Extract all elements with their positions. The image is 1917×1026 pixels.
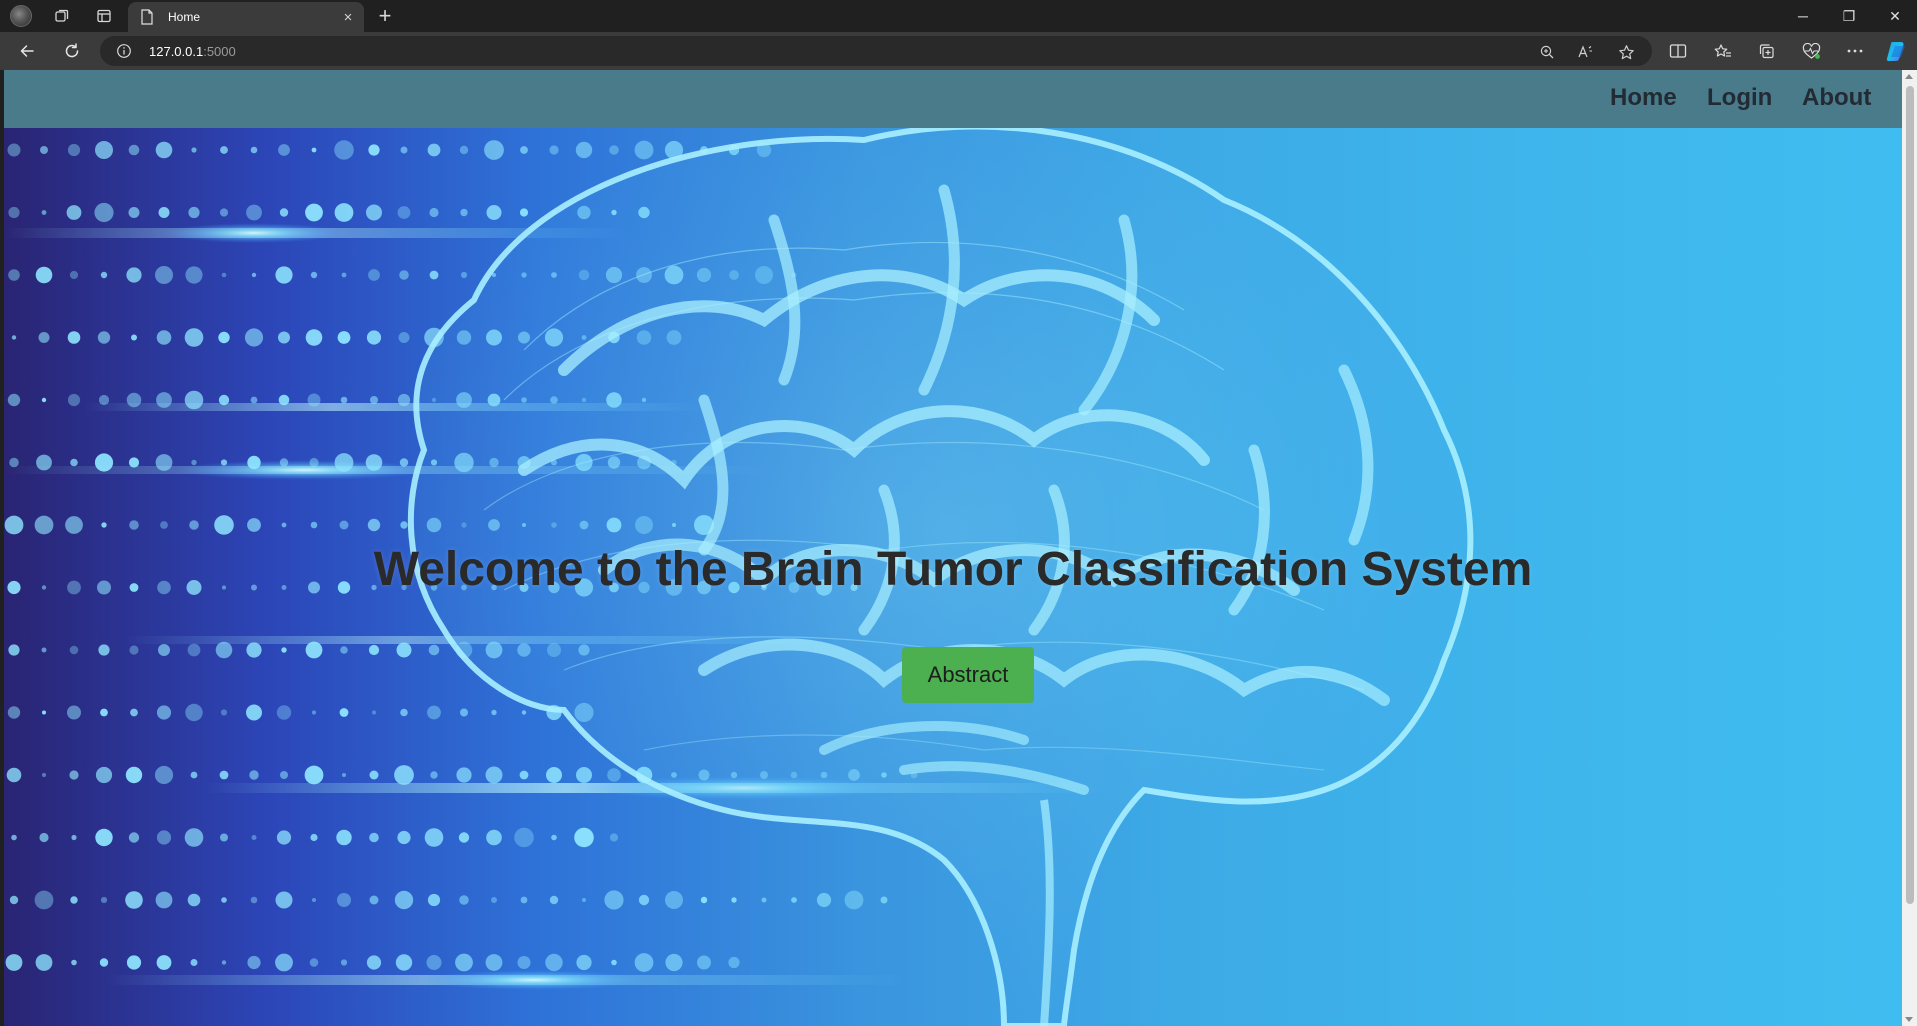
browser-tab-bar: Home × + ─ ❐ ✕ xyxy=(0,0,1917,32)
scrollbar-thumb[interactable] xyxy=(1906,86,1914,904)
scroll-up-icon[interactable] xyxy=(1905,74,1913,79)
nav-home-link[interactable]: Home xyxy=(1610,84,1677,112)
browser-essentials-icon[interactable] xyxy=(1799,39,1823,63)
url-host: 127.0.0.1 xyxy=(149,44,204,59)
page-viewport: Home Login About Welcome to the Brain Tu… xyxy=(4,70,1902,1026)
page-icon xyxy=(138,8,156,26)
reload-icon[interactable] xyxy=(57,37,87,65)
close-window-button[interactable]: ✕ xyxy=(1872,0,1917,32)
close-tab-icon[interactable]: × xyxy=(338,7,358,27)
nav-login-link[interactable]: Login xyxy=(1707,84,1772,112)
copilot-icon[interactable] xyxy=(1884,39,1908,63)
zoom-icon[interactable] xyxy=(1537,42,1557,62)
vertical-tabs-icon[interactable] xyxy=(92,4,116,28)
address-bar[interactable]: 127.0.0.1:5000 xyxy=(100,36,1652,66)
back-icon[interactable] xyxy=(12,37,42,65)
workspaces-icon[interactable] xyxy=(50,4,74,28)
browser-toolbar: 127.0.0.1:5000 xyxy=(0,32,1917,70)
minimize-button[interactable]: ─ xyxy=(1780,0,1826,32)
tab-home[interactable]: Home × xyxy=(128,2,364,32)
url-text: 127.0.0.1:5000 xyxy=(149,44,236,59)
profile-avatar[interactable] xyxy=(9,4,33,28)
info-icon[interactable] xyxy=(116,43,132,59)
split-screen-icon[interactable] xyxy=(1666,39,1690,63)
read-aloud-icon[interactable] xyxy=(1576,42,1596,62)
page-scrollbar[interactable] xyxy=(1902,70,1917,1026)
restore-button[interactable]: ❐ xyxy=(1826,0,1872,32)
favorite-star-icon[interactable] xyxy=(1616,42,1636,62)
url-port: :5000 xyxy=(203,44,236,59)
scroll-down-icon[interactable] xyxy=(1905,1017,1913,1022)
new-tab-button[interactable]: + xyxy=(372,3,398,29)
more-icon[interactable] xyxy=(1843,39,1867,63)
tab-title: Home xyxy=(168,10,201,24)
collections-icon[interactable] xyxy=(1755,39,1779,63)
nav-about-link[interactable]: About xyxy=(1802,84,1871,112)
abstract-button[interactable]: Abstract xyxy=(902,647,1034,703)
favorites-icon[interactable] xyxy=(1711,39,1735,63)
site-navbar: Home Login About xyxy=(4,70,1902,128)
hero-title: Welcome to the Brain Tumor Classificatio… xyxy=(373,543,1533,596)
